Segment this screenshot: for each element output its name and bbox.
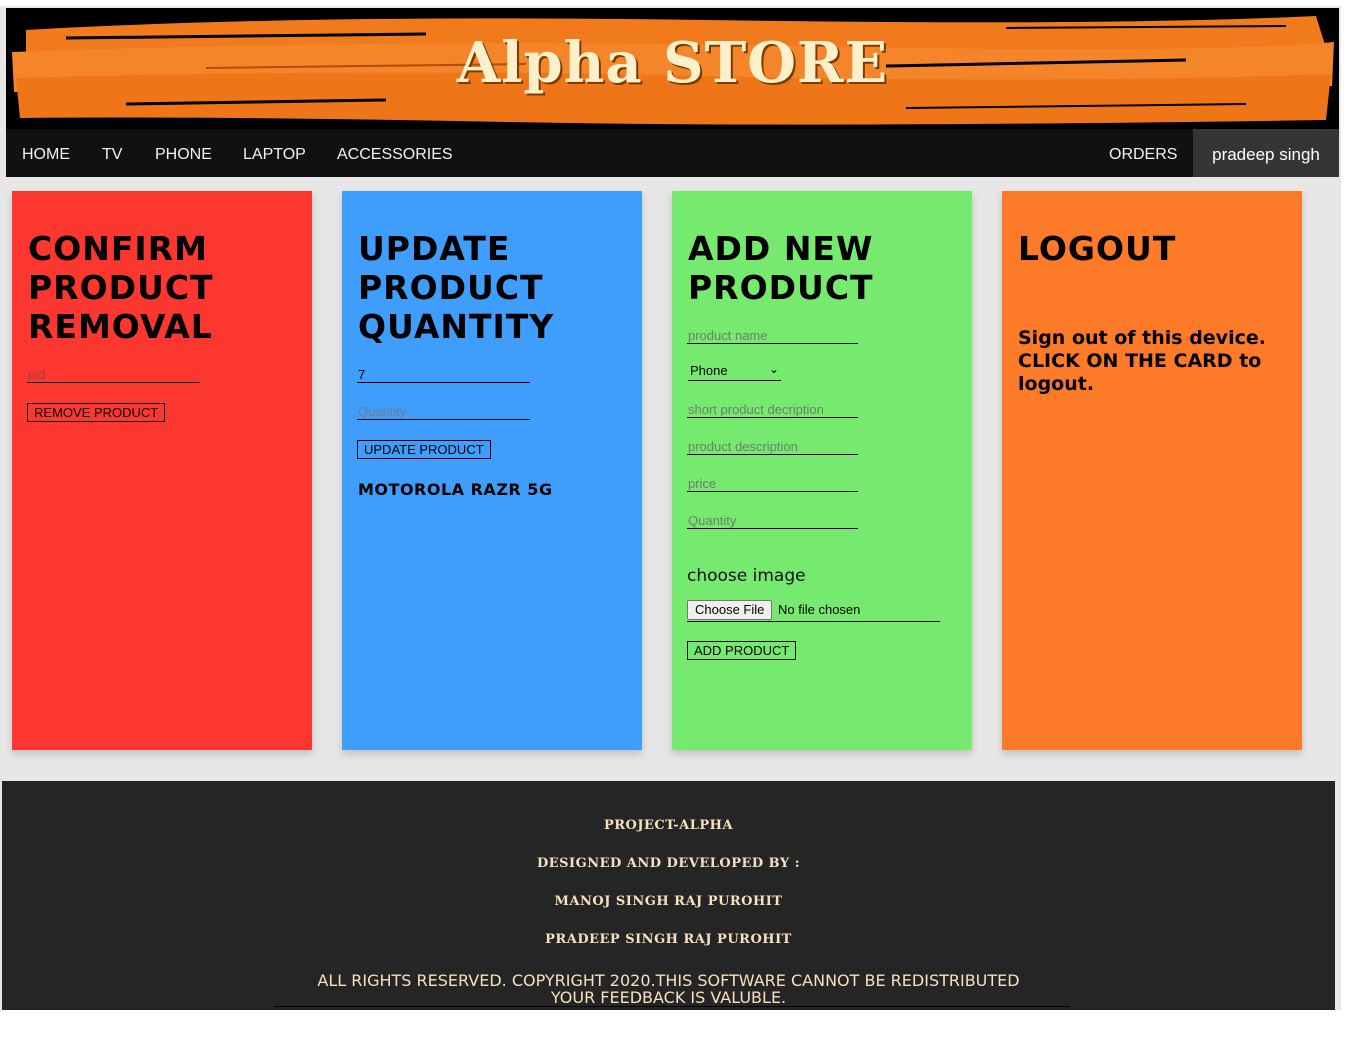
- remove-product-button[interactable]: REMOVE PRODUCT: [27, 403, 166, 422]
- nav-phone[interactable]: PHONE: [155, 129, 212, 177]
- nav-accessories[interactable]: ACCESSORIES: [337, 129, 453, 177]
- choose-file-button[interactable]: Choose File: [687, 600, 773, 620]
- update-card-title: UPDATE PRODUCT QUANTITY: [358, 229, 554, 346]
- logout-card[interactable]: LOGOUT Sign out of this device. CLICK ON…: [1002, 191, 1302, 750]
- remove-card-title: CONFIRM PRODUCT REMOVAL: [28, 229, 214, 346]
- footer-designed-by: DESIGNED AND DEVELOPED BY :: [536, 856, 801, 871]
- title-line: UPDATE: [358, 229, 511, 268]
- add-quantity-input[interactable]: [687, 512, 858, 529]
- store-title: Alpha STORE: [456, 30, 889, 96]
- footer-developer-1: MANOJ SINGH RAJ PUROHIT: [554, 894, 783, 909]
- title-line: PRODUCT: [28, 268, 214, 307]
- pid-input[interactable]: [27, 366, 200, 383]
- add-product-button[interactable]: ADD PRODUCT: [687, 641, 797, 660]
- image-file-input[interactable]: Choose File No file chosen: [687, 600, 940, 622]
- footer-divider: [274, 1006, 1070, 1007]
- site-footer: PROJECT-ALPHA DESIGNED AND DEVELOPED BY …: [2, 781, 1335, 1010]
- top-navbar: HOME TV PHONE LAPTOP ACCESSORIES ORDERS …: [6, 129, 1339, 177]
- logout-instructions: Sign out of this device. CLICK ON THE CA…: [1018, 327, 1266, 395]
- category-selected-value: Phone: [690, 363, 728, 378]
- store-banner: Alpha STORE: [6, 8, 1339, 129]
- title-line: REMOVAL: [28, 307, 213, 346]
- description-input[interactable]: [687, 438, 858, 455]
- nav-tv[interactable]: TV: [102, 129, 122, 177]
- title-line: PRODUCT: [358, 268, 544, 307]
- update-product-button[interactable]: UPDATE PRODUCT: [357, 440, 491, 459]
- category-select[interactable]: Phone ⌄: [688, 362, 781, 381]
- title-line: CONFIRM: [28, 229, 208, 268]
- footer-developer-2: PRADEEP SINGH RAJ PUROHIT: [545, 932, 792, 947]
- quantity-input[interactable]: [357, 403, 530, 420]
- chevron-down-icon: ⌄: [768, 362, 779, 376]
- nav-home[interactable]: HOME: [22, 129, 70, 177]
- update-quantity-card: UPDATE PRODUCT QUANTITY UPDATE PRODUCT M…: [342, 191, 642, 750]
- logout-card-title: LOGOUT: [1018, 229, 1177, 268]
- short-description-input[interactable]: [687, 401, 858, 418]
- nav-user-account[interactable]: pradeep singh: [1193, 129, 1339, 177]
- remove-product-card: CONFIRM PRODUCT REMOVAL REMOVE PRODUCT: [12, 191, 312, 750]
- product-id-input[interactable]: [357, 366, 530, 383]
- file-status-text: No file chosen: [778, 602, 861, 617]
- add-card-title: ADD NEW PRODUCT: [688, 229, 874, 307]
- title-line: QUANTITY: [358, 307, 555, 346]
- choose-image-label: choose image: [687, 566, 806, 586]
- add-product-card: ADD NEW PRODUCT Phone ⌄ choose image Cho…: [672, 191, 972, 750]
- nav-orders[interactable]: ORDERS: [1109, 129, 1177, 177]
- footer-rights-text: ALL RIGHTS RESERVED. COPYRIGHT 2020.THIS…: [317, 971, 1020, 990]
- price-input[interactable]: [687, 475, 858, 492]
- title-line: PRODUCT: [688, 268, 874, 307]
- footer-project-name: PROJECT-ALPHA: [603, 818, 734, 833]
- nav-laptop[interactable]: LAPTOP: [243, 129, 306, 177]
- product-name-input[interactable]: [687, 327, 858, 344]
- selected-product-name: MOTOROLA RAZR 5G: [358, 480, 553, 499]
- footer-feedback-text: YOUR FEEDBACK IS VALUBLE.: [550, 988, 787, 1007]
- title-line: ADD NEW: [688, 229, 874, 268]
